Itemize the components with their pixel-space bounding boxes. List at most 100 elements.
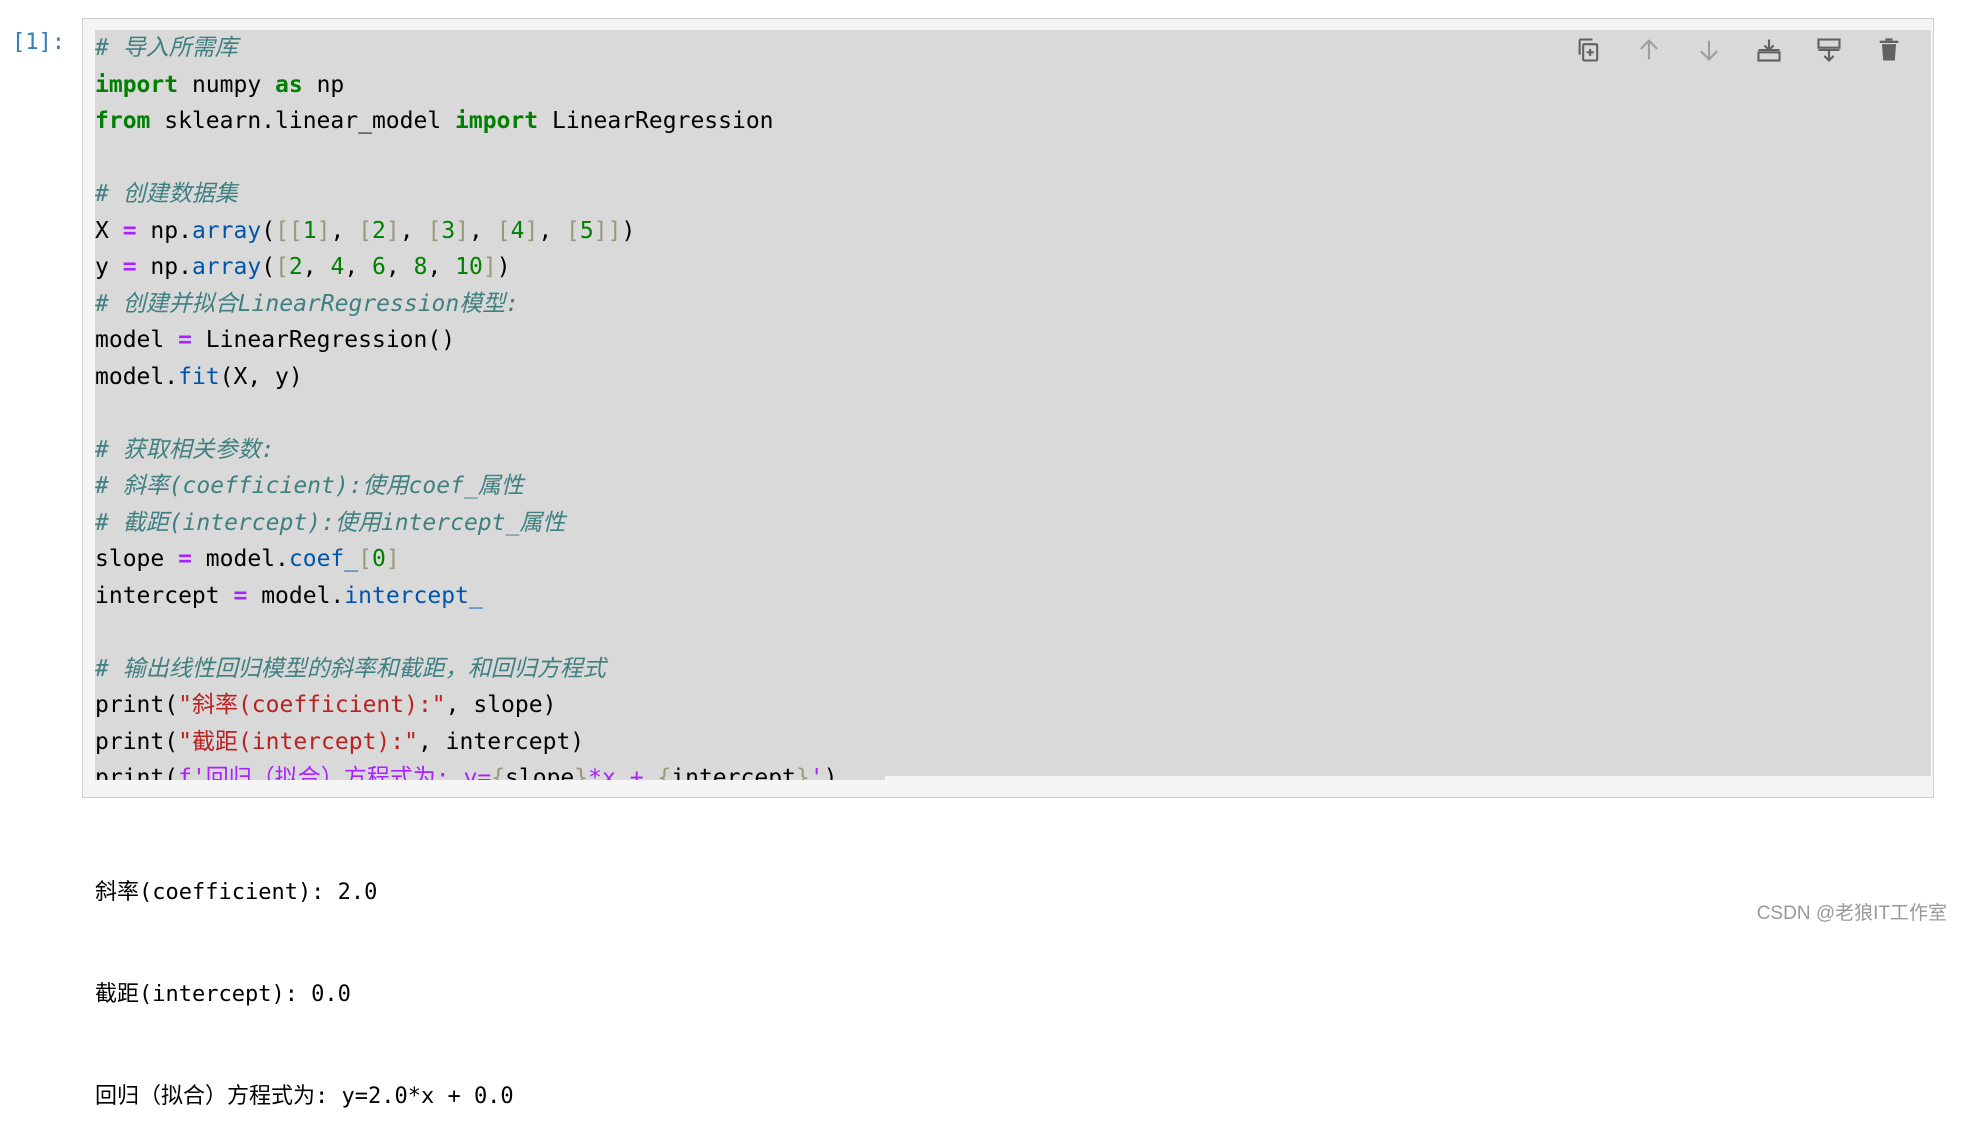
code-token: 8 [413, 254, 428, 280]
output-line: 截距(intercept): 0.0 [95, 982, 351, 1007]
move-up-button[interactable] [1625, 29, 1673, 71]
code-token: ( [261, 217, 276, 244]
code-token: = [122, 254, 137, 280]
code-line: print("斜率(coefficient):", slope) [95, 687, 837, 724]
code-token: as [275, 71, 303, 98]
code-line: slope = model.coef_[0] [95, 541, 837, 578]
code-line: intercept = model.intercept_ [95, 578, 837, 615]
code-token: sklearn.linear_model [150, 108, 456, 134]
code-token: coef_ [288, 546, 359, 572]
code-token: [ [358, 217, 373, 244]
code-token: "斜率(coefficient):" [178, 692, 446, 718]
code-token: intercept [671, 765, 796, 780]
code-token: np. [136, 217, 192, 244]
code-token: ] [316, 217, 331, 244]
code-token: , [538, 217, 567, 244]
code-token: slope [505, 765, 575, 780]
code-token: ] [385, 217, 400, 244]
code-token: } [795, 765, 810, 780]
code-token: import [455, 108, 539, 134]
arrow-up-icon [1640, 39, 1658, 60]
code-token: # 导入所需库 [95, 35, 238, 61]
code-line: import numpy as np [95, 67, 837, 104]
code-token: 4 [510, 217, 525, 244]
code-line: y = np.array([2, 4, 6, 8, 10]) [95, 249, 837, 286]
insert-above-icon [1757, 39, 1781, 62]
code-token: , [469, 217, 497, 244]
code-token: , [330, 217, 359, 244]
code-token: ( [261, 254, 276, 280]
code-token: , [427, 254, 456, 280]
output-line: 斜率(coefficient): 2.0 [95, 880, 378, 905]
code-text[interactable]: # 导入所需库 import numpy as np from sklearn.li… [95, 30, 837, 780]
code-token: = [233, 582, 248, 609]
code-line: # 创建数据集 [95, 176, 837, 213]
code-token: # 获取相关参数: [95, 436, 275, 463]
code-line: model = LinearRegression() [95, 322, 837, 359]
code-token: ) [823, 765, 838, 780]
code-token: , [302, 254, 331, 280]
code-token: X [95, 217, 123, 244]
code-editor[interactable]: # 导入所需库 import numpy as np from sklearn.li… [95, 30, 1931, 780]
code-token: { [657, 765, 672, 780]
cell-toolbar [1565, 29, 1913, 71]
code-token: from [95, 108, 151, 134]
code-token: ] [385, 546, 400, 572]
code-token: np [302, 71, 345, 98]
code-token: [[ [275, 217, 303, 244]
code-token: ) [621, 217, 636, 244]
code-token: 6 [372, 254, 386, 280]
code-token: print( [95, 728, 179, 755]
code-token: , intercept) [417, 728, 585, 755]
code-line: # 输出线性回归模型的斜率和截距，和回归方程式 [95, 651, 837, 688]
code-token: ] [524, 217, 539, 244]
code-token: y [95, 254, 123, 280]
cell-output: 斜率(coefficient): 2.0 截距(intercept): 0.0 … [95, 808, 514, 1148]
code-token: = [178, 327, 192, 353]
code-line: # 斜率(coefficient):使用coef_属性 [95, 468, 837, 505]
code-token: numpy [178, 71, 276, 98]
code-token: LinearRegression() [191, 327, 456, 353]
code-token: 5 [579, 217, 594, 244]
code-token: "截距(intercept):" [178, 728, 418, 755]
code-token: ] [455, 217, 470, 244]
code-token: 3 [441, 217, 456, 244]
code-token: ] [482, 254, 497, 280]
code-token: model. [247, 582, 345, 609]
code-token: array [191, 217, 262, 244]
code-token: [ [566, 217, 580, 244]
code-line: # 获取相关参数: [95, 432, 837, 469]
delete-cell-button[interactable] [1865, 29, 1913, 71]
code-line: # 截距(intercept):使用intercept_属性 [95, 505, 837, 542]
trash-icon [1879, 38, 1899, 61]
code-token: # 截距(intercept):使用intercept_属性 [95, 509, 566, 536]
output-line: 回归（拟合）方程式为: y=2.0*x + 0.0 [95, 1084, 514, 1109]
arrow-down-icon [1700, 40, 1718, 61]
move-down-button[interactable] [1685, 29, 1733, 71]
code-token: fit [178, 363, 220, 390]
code-token: array [191, 254, 262, 280]
code-token: model. [191, 546, 289, 572]
code-token: print( [95, 692, 179, 718]
code-token: intercept [95, 582, 234, 609]
copy-icon [1578, 38, 1599, 62]
code-token: { [491, 765, 506, 780]
code-cell[interactable]: # 导入所需库 import numpy as np from sklearn.li… [82, 18, 1934, 798]
code-token: (X, y) [219, 363, 303, 390]
code-token: , [385, 254, 414, 280]
code-line: # 导入所需库 [95, 30, 837, 67]
code-token: 10 [455, 254, 483, 280]
insert-above-button[interactable] [1745, 29, 1793, 71]
code-token: model [95, 327, 179, 353]
duplicate-cell-button[interactable] [1565, 29, 1613, 71]
code-token: [ [427, 217, 442, 244]
code-token: # 创建数据集 [95, 181, 238, 207]
code-token: = [178, 546, 192, 572]
code-token: 4 [330, 254, 345, 280]
code-line: X = np.array([[1], [2], [3], [4], [5]]) [95, 213, 837, 250]
code-token: intercept_ [344, 582, 483, 609]
insert-below-button[interactable] [1805, 29, 1853, 71]
